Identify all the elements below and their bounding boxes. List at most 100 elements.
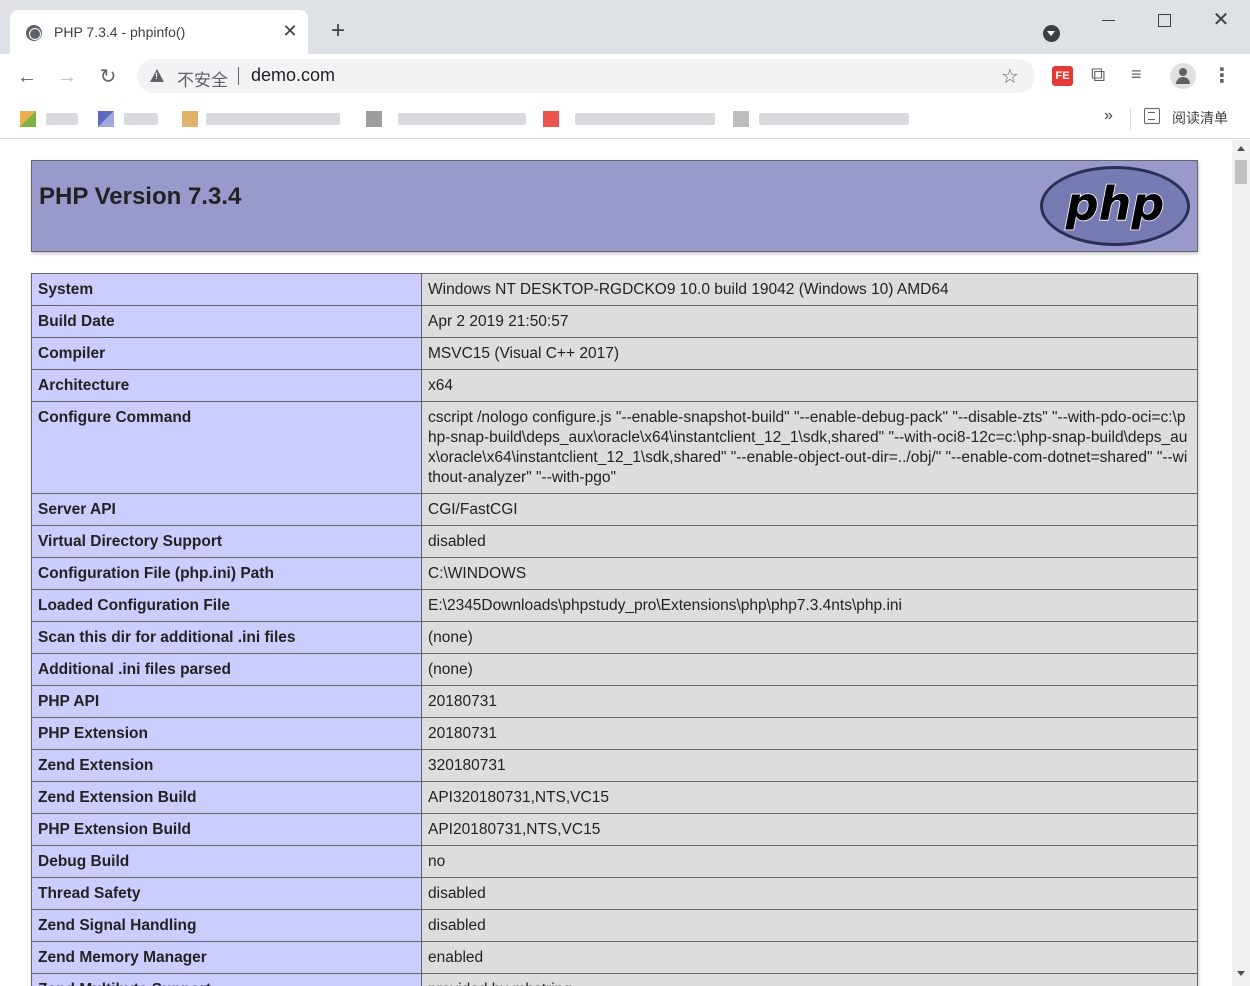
row-key: Build Date xyxy=(31,305,422,338)
table-row: Zend Memory Manager enabled xyxy=(31,941,1198,974)
table-row: PHP Extension Build API20180731,NTS,VC15 xyxy=(31,813,1198,846)
row-value: 20180731 xyxy=(421,685,1198,718)
bookmark-item[interactable] xyxy=(543,111,719,127)
bookmark-label-blurred xyxy=(46,113,78,125)
bookmarks-bar: » 阅读清单 xyxy=(0,100,1250,139)
forward-button[interactable]: → xyxy=(53,64,81,90)
tab-close-icon[interactable]: ✕ xyxy=(280,21,300,41)
row-value: 20180731 xyxy=(421,717,1198,750)
tab-phpinfo[interactable]: PHP 7.3.4 - phpinfo() ✕ xyxy=(10,10,308,54)
table-row: Loaded Configuration File E:\2345Download… xyxy=(31,589,1198,622)
globe-icon xyxy=(26,25,42,41)
row-key: Loaded Configuration File xyxy=(31,589,422,622)
table-row: Virtual Directory Support disabled xyxy=(31,525,1198,558)
row-value: E:\2345Downloads\phpstudy_pro\Extensions… xyxy=(421,589,1198,622)
row-key: Server API xyxy=(31,493,422,526)
row-key: Architecture xyxy=(31,369,422,402)
fe-extension-icon[interactable]: FE xyxy=(1052,66,1073,86)
row-value: cscript /nologo configure.js "--enable-s… xyxy=(421,401,1198,494)
maximize-button[interactable] xyxy=(1150,8,1178,32)
tab-search-icon[interactable] xyxy=(1043,25,1060,42)
bookmark-label-blurred xyxy=(206,113,340,125)
reading-list-icon[interactable] xyxy=(1144,108,1160,124)
window-close-button[interactable]: ✕ xyxy=(1207,8,1235,32)
row-key: Compiler xyxy=(31,337,422,370)
bookmark-item[interactable] xyxy=(98,111,162,127)
insecure-label[interactable]: 不安全 xyxy=(177,66,228,91)
tab-title: PHP 7.3.4 - phpinfo() xyxy=(54,24,186,40)
new-tab-button[interactable]: + xyxy=(326,19,350,44)
extensions-puzzle-icon[interactable]: ⧉ xyxy=(1091,64,1105,87)
table-row: PHP Extension 20180731 xyxy=(31,717,1198,750)
row-value: 320180731 xyxy=(421,749,1198,782)
reading-list-button[interactable]: 阅读清单 xyxy=(1172,108,1228,128)
tab-strip: PHP 7.3.4 - phpinfo() ✕ + ✕ xyxy=(0,0,1250,54)
row-value: API320180731,NTS,VC15 xyxy=(421,781,1198,814)
row-value: (none) xyxy=(421,653,1198,686)
page-content: PHP Version 7.3.4 php System Windows NT D… xyxy=(0,140,1232,986)
bookmark-label-blurred xyxy=(398,113,526,125)
bookmark-favicon-icon xyxy=(182,111,198,127)
bookmark-item[interactable] xyxy=(366,111,528,127)
page-scrollbar[interactable] xyxy=(1232,140,1250,986)
bookmark-item[interactable] xyxy=(182,111,344,127)
back-button[interactable]: ← xyxy=(13,64,41,90)
row-value: disabled xyxy=(421,909,1198,942)
profile-avatar-icon[interactable] xyxy=(1170,63,1196,89)
php-info-table: System Windows NT DESKTOP-RGDCKO9 10.0 bu… xyxy=(31,273,1198,986)
reload-button[interactable]: ↻ xyxy=(94,64,122,90)
row-key: Thread Safety xyxy=(31,877,422,910)
row-key: PHP Extension Build xyxy=(31,813,422,846)
bookmarks-more-button[interactable]: » xyxy=(1104,107,1113,125)
row-key: PHP Extension xyxy=(31,717,422,750)
scroll-up-arrow-icon[interactable] xyxy=(1237,146,1245,151)
page-title: PHP Version 7.3.4 xyxy=(39,183,242,210)
row-key: System xyxy=(31,273,422,306)
bookmark-favicon-icon xyxy=(733,111,749,127)
row-key: Zend Signal Handling xyxy=(31,909,422,942)
address-bar[interactable]: 不安全 demo.com ☆ xyxy=(137,59,1035,93)
row-value: disabled xyxy=(421,525,1198,558)
bookmark-favicon-icon xyxy=(543,111,559,127)
scroll-down-arrow-icon[interactable] xyxy=(1237,971,1245,976)
table-row: Zend Extension 320180731 xyxy=(31,749,1198,782)
scrollbar-thumb[interactable] xyxy=(1235,160,1247,184)
row-key: Zend Extension Build xyxy=(31,781,422,814)
row-key: Zend Memory Manager xyxy=(31,941,422,974)
media-queue-icon[interactable]: ≡ xyxy=(1131,64,1142,85)
url-text[interactable]: demo.com xyxy=(251,65,335,86)
warning-icon[interactable] xyxy=(150,69,164,82)
table-row: PHP API 20180731 xyxy=(31,685,1198,718)
bookmark-label-blurred xyxy=(124,113,158,125)
row-value: C:\WINDOWS xyxy=(421,557,1198,590)
more-menu-icon[interactable]: ⋮ xyxy=(1212,64,1232,88)
row-key: Configuration File (php.ini) Path xyxy=(31,557,422,590)
table-row: System Windows NT DESKTOP-RGDCKO9 10.0 bu… xyxy=(31,273,1198,306)
bookmarks-divider xyxy=(1130,108,1131,130)
bookmark-favicon-icon xyxy=(20,111,36,127)
bookmark-favicon-icon xyxy=(98,111,114,127)
table-row: Zend Extension Build API320180731,NTS,VC1… xyxy=(31,781,1198,814)
php-logo-text: php xyxy=(1065,177,1165,231)
row-key: Configure Command xyxy=(31,401,422,494)
bookmark-label-blurred xyxy=(575,113,715,125)
table-row: Compiler MSVC15 (Visual C++ 2017) xyxy=(31,337,1198,370)
row-key: Zend Extension xyxy=(31,749,422,782)
bookmark-star-icon[interactable]: ☆ xyxy=(1001,64,1019,89)
bookmark-favicon-icon xyxy=(366,111,382,127)
table-row: Zend Signal Handling disabled xyxy=(31,909,1198,942)
bookmark-label-blurred xyxy=(759,113,909,125)
row-value: Apr 2 2019 21:50:57 xyxy=(421,305,1198,338)
table-row: Additional .ini files parsed (none) xyxy=(31,653,1198,686)
table-row: Debug Build no xyxy=(31,845,1198,878)
row-value: API20180731,NTS,VC15 xyxy=(421,813,1198,846)
minimize-button[interactable] xyxy=(1094,8,1122,32)
table-row: Architecture x64 xyxy=(31,369,1198,402)
table-row: Server API CGI/FastCGI xyxy=(31,493,1198,526)
bookmark-item[interactable] xyxy=(20,111,80,127)
table-row: Configure Command cscript /nologo configu… xyxy=(31,401,1198,494)
table-row: Scan this dir for additional .ini files(… xyxy=(31,621,1198,654)
row-value: x64 xyxy=(421,369,1198,402)
row-key: Virtual Directory Support xyxy=(31,525,422,558)
bookmark-item[interactable] xyxy=(733,111,911,127)
